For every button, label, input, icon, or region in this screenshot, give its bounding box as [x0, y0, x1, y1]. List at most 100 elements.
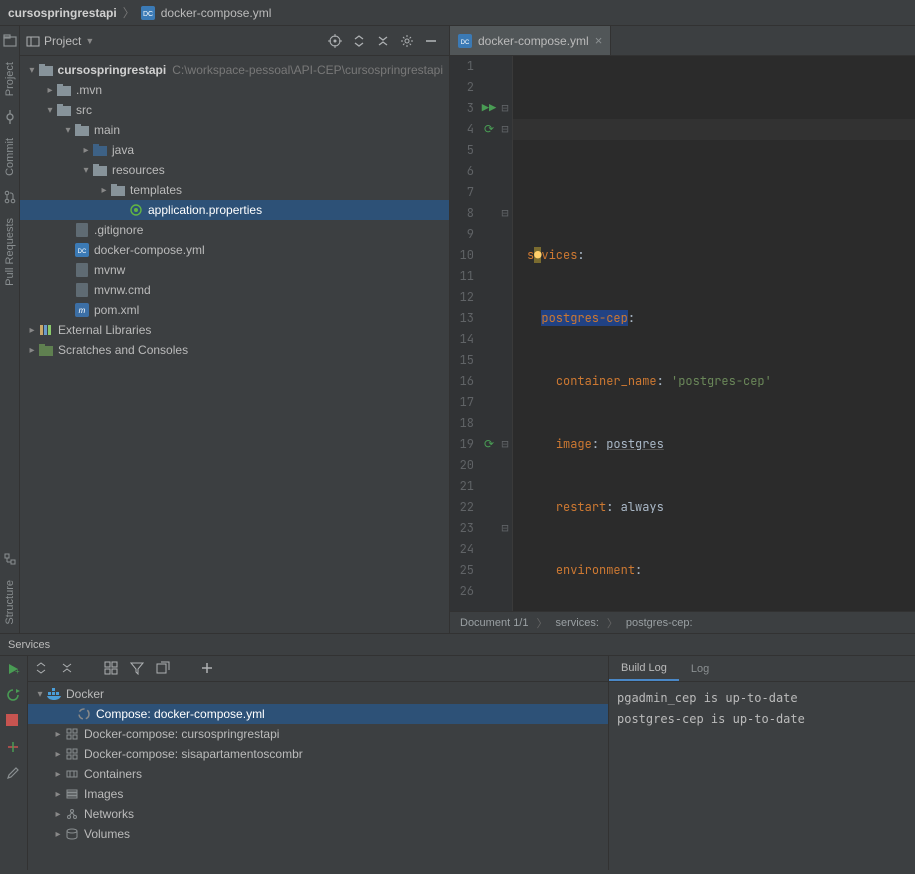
docker-node[interactable]: ▾Docker [28, 684, 608, 704]
editor-content[interactable]: version: '3.5' s●vices: postgres-cep: co… [513, 56, 915, 611]
dc-node-1[interactable]: ▸Docker-compose: cursospringrestapi [28, 724, 608, 744]
tree-mvn[interactable]: ▸.mvn [20, 80, 449, 100]
log-output[interactable]: pgadmin_cep is up-to-date postgres-cep i… [609, 682, 915, 870]
pullreq-tool-label[interactable]: Pull Requests [4, 218, 16, 286]
editor-pane: DC docker-compose.yml × 1234567891011121… [450, 26, 915, 633]
editor-tab-docker-compose[interactable]: DC docker-compose.yml × [450, 26, 611, 55]
services-left-toolbar: + [0, 656, 28, 870]
tree-root[interactable]: ▾ cursospringrestapi C:\workspace-pessoa… [20, 60, 449, 80]
tab-close-icon[interactable]: × [595, 33, 603, 48]
log-line: pgadmin_cep is up-to-date [617, 688, 907, 709]
source-folder-icon [92, 142, 108, 158]
add-service-icon[interactable] [200, 661, 216, 677]
project-header: Project ▼ [20, 26, 449, 56]
breadcrumb-postgres[interactable]: postgres-cep: [626, 617, 693, 629]
tree-docker-compose[interactable]: DCdocker-compose.yml [20, 240, 449, 260]
tree-templates[interactable]: ▸templates [20, 180, 449, 200]
commit-tool-icon[interactable] [3, 110, 17, 124]
structure-tool-label[interactable]: Structure [4, 580, 16, 625]
services-title: Services [8, 639, 50, 651]
resource-folder-icon [92, 162, 108, 178]
breadcrumb-file[interactable]: docker-compose.yml [161, 6, 272, 20]
breadcrumb-project[interactable]: cursospringrestapi [8, 6, 117, 20]
collapse-all-icon[interactable] [60, 661, 76, 677]
build-log-tab[interactable]: Build Log [609, 656, 679, 681]
file-icon [74, 262, 90, 278]
services-toolbar [28, 656, 608, 682]
fold-column[interactable]: ⊟⊟⊟⊟⊟ [498, 56, 512, 611]
tree-external-libs[interactable]: ▸External Libraries [20, 320, 449, 340]
stop-icon[interactable] [6, 714, 22, 730]
tree-src[interactable]: ▾src [20, 100, 449, 120]
folder-icon [74, 122, 90, 138]
project-tool-window: Project ▼ ▾ cursospringrestapi C:\worksp… [20, 26, 450, 633]
rerun-icon[interactable] [6, 688, 22, 704]
tree-main[interactable]: ▾main [20, 120, 449, 140]
tree-pom[interactable]: mpom.xml [20, 300, 449, 320]
project-tool-label[interactable]: Project [4, 62, 16, 96]
edit-icon[interactable] [6, 766, 22, 782]
commit-tool-label[interactable]: Commit [4, 138, 16, 176]
collapse-all-icon[interactable] [375, 33, 391, 49]
status-bar [0, 870, 915, 874]
folder-icon [56, 82, 72, 98]
tree-mvnwcmd[interactable]: mvnw.cmd [20, 280, 449, 300]
code-editor[interactable]: 1234567891011121314151617181920212223242… [450, 56, 915, 611]
expand-all-icon[interactable] [34, 661, 50, 677]
loading-icon [76, 706, 92, 722]
services-tree-panel: ▾Docker Compose: docker-compose.yml ▸Doc… [28, 656, 608, 870]
volumes-node[interactable]: ▸Volumes [28, 824, 608, 844]
services-tree[interactable]: ▾Docker Compose: docker-compose.yml ▸Doc… [28, 682, 608, 870]
breadcrumb-services[interactable]: services: [555, 617, 598, 629]
gitignore-icon [74, 222, 90, 238]
hide-icon[interactable] [423, 33, 439, 49]
project-title: Project [44, 34, 81, 48]
open-tab-icon[interactable] [156, 661, 172, 677]
locate-icon[interactable] [327, 33, 343, 49]
log-tab[interactable]: Log [679, 656, 721, 681]
log-tabs: Build Log Log [609, 656, 915, 682]
tree-java[interactable]: ▸java [20, 140, 449, 160]
yaml-file-icon: DC [141, 6, 155, 20]
containers-node[interactable]: ▸Containers [28, 764, 608, 784]
settings-icon[interactable] [399, 33, 415, 49]
filter-icon[interactable] [130, 661, 146, 677]
compose-node[interactable]: Compose: docker-compose.yml [28, 704, 608, 724]
tree-resources[interactable]: ▾resources [20, 160, 449, 180]
scale-icon[interactable] [6, 740, 22, 756]
breadcrumb-sep: 〉 [123, 4, 135, 21]
dc-node-2[interactable]: ▸Docker-compose: sisapartamentoscombr [28, 744, 608, 764]
pullreq-tool-icon[interactable] [3, 190, 17, 204]
log-line: postgres-cep is up-to-date [617, 709, 907, 730]
editor-tab-label: docker-compose.yml [478, 34, 589, 48]
expand-all-icon[interactable] [351, 33, 367, 49]
images-icon [64, 786, 80, 802]
svg-text:+: + [15, 667, 20, 676]
volumes-icon [64, 826, 80, 842]
left-tool-strip: Project Commit Pull Requests Structure [0, 26, 20, 633]
services-tool-window: Services + [0, 633, 915, 870]
navigation-bar: cursospringrestapi 〉 DC docker-compose.y… [0, 0, 915, 26]
compose-icon [64, 746, 80, 762]
tree-gitignore[interactable]: .gitignore [20, 220, 449, 240]
containers-icon [64, 766, 80, 782]
tree-scratches[interactable]: ▸Scratches and Consoles [20, 340, 449, 360]
tree-mvnw[interactable]: mvnw [20, 260, 449, 280]
project-window-icon [26, 34, 40, 48]
group-by-icon[interactable] [104, 661, 120, 677]
compose-icon [64, 726, 80, 742]
libraries-icon [38, 322, 54, 338]
project-tool-icon[interactable] [3, 34, 17, 48]
maven-icon: m [74, 302, 90, 318]
file-icon [74, 282, 90, 298]
services-log-panel: Build Log Log pgadmin_cep is up-to-date … [608, 656, 915, 870]
images-node[interactable]: ▸Images [28, 784, 608, 804]
svg-text:DC: DC [461, 40, 470, 46]
project-view-dropdown-icon[interactable]: ▼ [85, 36, 94, 46]
deploy-icon[interactable]: + [6, 662, 22, 678]
networks-node[interactable]: ▸Networks [28, 804, 608, 824]
gutter-icons[interactable]: ▶▶⟳⟳ [480, 56, 498, 611]
structure-tool-icon[interactable] [3, 552, 17, 566]
project-tree[interactable]: ▾ cursospringrestapi C:\workspace-pessoa… [20, 56, 449, 633]
tree-app-properties[interactable]: application.properties [20, 200, 449, 220]
